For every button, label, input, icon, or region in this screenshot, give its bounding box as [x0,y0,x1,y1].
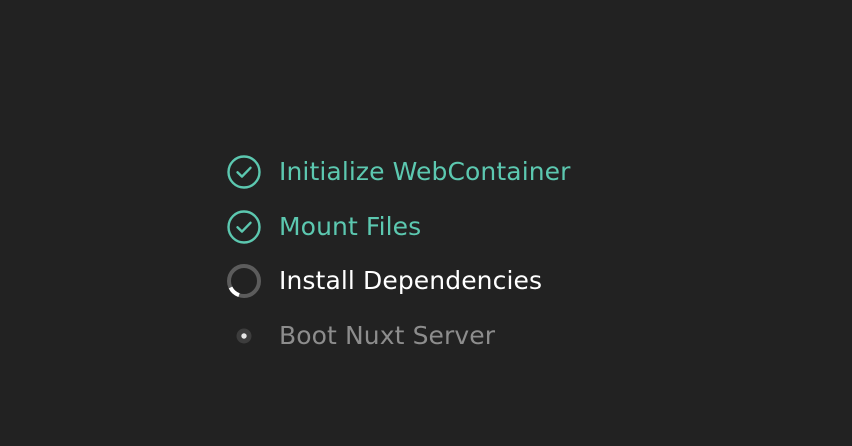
spinner-icon [226,263,262,299]
step-label: Initialize WebContainer [279,157,571,186]
step-boot-nuxt-server: Boot Nuxt Server [226,318,786,354]
step-initialize-webcontainer: Initialize WebContainer [226,154,786,190]
setup-steps-list: Initialize WebContainer Mount Files Inst… [226,154,786,354]
step-mount-files: Mount Files [226,209,786,245]
check-circle-icon [226,154,262,190]
step-label: Install Dependencies [279,266,543,295]
step-label: Boot Nuxt Server [279,320,496,350]
step-install-dependencies: Install Dependencies [226,263,786,299]
dot-icon [226,318,262,354]
check-circle-icon [226,209,262,245]
step-label: Mount Files [279,211,422,241]
